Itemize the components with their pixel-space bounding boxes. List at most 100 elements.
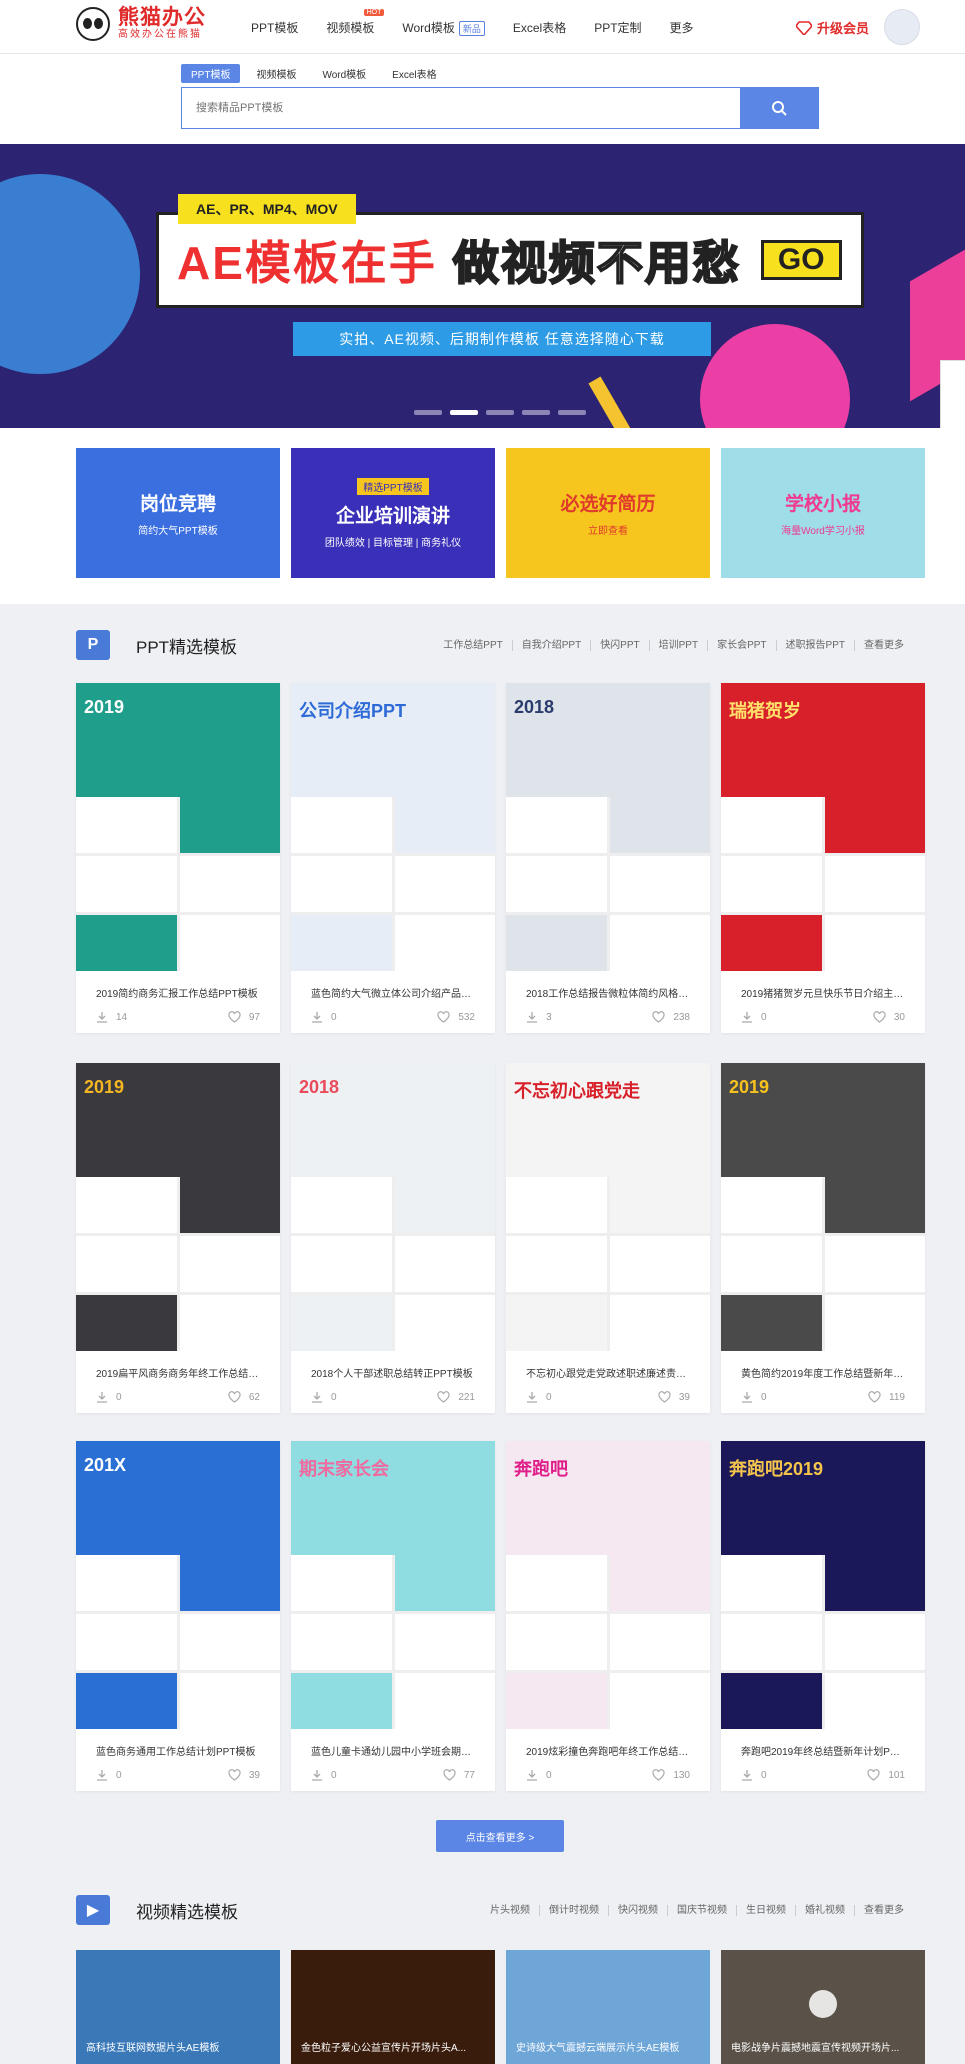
template-card[interactable]: 2019 黄色简约2019年度工作总结暨新年计... 0 119 xyxy=(721,1063,925,1413)
template-card[interactable]: 奔跑吧 2019炫彩撞色奔跑吧年终工作总结暨... 0 130 xyxy=(506,1441,710,1791)
play-icon[interactable] xyxy=(809,1990,837,2018)
carousel-dot[interactable] xyxy=(522,410,550,415)
template-card[interactable]: 2019 2019简约商务汇报工作总结PPT模板 14 97 xyxy=(76,683,280,1033)
category-tag-link[interactable]: 片头视频 xyxy=(481,1905,539,1916)
template-card[interactable]: 2019 2019扁平风商务商务年终工作总结暨... 0 62 xyxy=(76,1063,280,1413)
carousel-dot[interactable] xyxy=(558,410,586,415)
template-title[interactable]: 2019简约商务汇报工作总结PPT模板 xyxy=(76,985,280,1000)
template-thumbnail[interactable]: 奔跑吧 xyxy=(506,1441,710,1729)
template-thumbnail[interactable]: 2018 xyxy=(291,1063,495,1351)
nav-word[interactable]: Word模板 新品 xyxy=(402,19,485,36)
section-title: 视频精选模板 xyxy=(136,1902,238,1922)
category-tag-link[interactable]: 查看更多 xyxy=(854,1904,913,1916)
category-tag-link[interactable]: 倒计时视频 xyxy=(539,1904,608,1916)
template-card[interactable]: 201X 蓝色商务通用工作总结计划PPT模板 0 39 xyxy=(76,1441,280,1791)
carousel-dot[interactable] xyxy=(486,410,514,415)
template-card[interactable]: 瑞猪贺岁 2019猪猪贺岁元旦快乐节日介绍主题... 0 30 xyxy=(721,683,925,1033)
nav-more[interactable]: 更多 xyxy=(670,19,694,36)
nav-excel[interactable]: Excel表格 xyxy=(513,19,566,36)
category-tag-link[interactable]: 家长会PPT xyxy=(707,639,775,651)
slide-preview xyxy=(721,1236,822,1292)
template-title[interactable]: 2018工作总结报告微粒体简约风格PP... xyxy=(506,985,710,1000)
template-title[interactable]: 2018个人干部述职总结转正PPT模板 xyxy=(291,1365,495,1380)
template-title[interactable]: 2019猪猪贺岁元旦快乐节日介绍主题... xyxy=(721,985,925,1000)
template-title[interactable]: 2019炫彩撞色奔跑吧年终工作总结暨... xyxy=(506,1743,710,1758)
promo-card[interactable]: 必选好简历 立即查看 xyxy=(506,448,710,578)
category-tag-link[interactable]: 自我介绍PPT xyxy=(511,639,590,651)
category-tag-link[interactable]: 快闪视频 xyxy=(608,1904,667,1916)
template-card[interactable]: 2018 2018工作总结报告微粒体简约风格PP... 3 238 xyxy=(506,683,710,1033)
slide-preview xyxy=(609,1673,710,1729)
search-tab-ppt[interactable]: PPT模板 xyxy=(181,64,241,83)
video-card[interactable]: 电影战争片震撼地震宣传视频开场片... xyxy=(721,1950,925,2064)
like-count[interactable]: 77 xyxy=(443,1769,475,1781)
banner-go-button[interactable]: GO xyxy=(760,240,842,280)
nav-ppt-custom[interactable]: PPT定制 xyxy=(594,19,641,36)
template-title[interactable]: 蓝色儿童卡通幼儿园中小学班会期末... xyxy=(291,1743,495,1758)
template-thumbnail[interactable]: 不忘初心跟党走 xyxy=(506,1063,710,1351)
carousel-dot[interactable] xyxy=(414,410,442,415)
carousel-dot-active[interactable] xyxy=(450,410,478,415)
template-card[interactable]: 不忘初心跟党走 不忘初心跟党走党政述职述廉述责工... 0 39 xyxy=(506,1063,710,1413)
nav-ppt[interactable]: PPT模板 xyxy=(251,19,298,36)
template-title[interactable]: 奔跑吧2019年终总结暨新年计划PPT... xyxy=(721,1743,925,1758)
like-count[interactable]: 39 xyxy=(228,1769,260,1781)
template-thumbnail[interactable]: 2018 xyxy=(506,683,710,971)
template-thumbnail[interactable]: 2019 xyxy=(76,1063,280,1351)
banner-title-red: AE模板在手 xyxy=(177,237,437,289)
like-count[interactable]: 30 xyxy=(873,1011,905,1023)
template-title[interactable]: 不忘初心跟党走党政述职述廉述责工... xyxy=(506,1365,710,1380)
promo-card[interactable]: 学校小报 海量Word学习小报 xyxy=(721,448,925,578)
template-thumbnail[interactable]: 期末家长会 xyxy=(291,1441,495,1729)
like-count[interactable]: 238 xyxy=(652,1011,690,1023)
template-thumbnail[interactable]: 奔跑吧2019 xyxy=(721,1441,925,1729)
user-avatar[interactable] xyxy=(884,9,920,45)
video-card[interactable]: 高科技互联网数据片头AE模板 xyxy=(76,1950,280,2064)
site-logo[interactable]: 熊猫办公 高效办公在熊猫 xyxy=(76,7,206,41)
template-thumbnail[interactable]: 2019 xyxy=(721,1063,925,1351)
category-tag-link[interactable]: 述职报告PPT xyxy=(775,639,854,651)
template-thumbnail[interactable]: 公司介绍PPT xyxy=(291,683,495,971)
template-card[interactable]: 公司介绍PPT 蓝色简约大气微立体公司介绍产品介... 0 532 xyxy=(291,683,495,1033)
like-count[interactable]: 101 xyxy=(867,1769,905,1781)
slide-preview xyxy=(291,1295,392,1351)
load-more-button[interactable]: 点击查看更多 > xyxy=(436,1820,564,1852)
promo-card[interactable]: 精选PPT模板 企业培训演讲 团队绩效 | 目标管理 | 商务礼仪 xyxy=(291,448,495,578)
like-count[interactable]: 97 xyxy=(228,1011,260,1023)
search-input[interactable] xyxy=(182,88,740,128)
like-count[interactable]: 130 xyxy=(652,1769,690,1781)
category-tag-link[interactable]: 快闪PPT xyxy=(590,639,648,651)
search-button[interactable] xyxy=(740,88,818,128)
nav-video[interactable]: 视频模板 HOT xyxy=(326,8,385,36)
template-thumbnail[interactable]: 瑞猪贺岁 xyxy=(721,683,925,971)
search-tab-excel[interactable]: Excel表格 xyxy=(382,64,446,83)
video-card[interactable]: 史诗级大气震撼云端展示片头AE模板 xyxy=(506,1950,710,2064)
template-thumbnail[interactable]: 201X xyxy=(76,1441,280,1729)
template-card[interactable]: 2018 2018个人干部述职总结转正PPT模板 0 221 xyxy=(291,1063,495,1413)
template-card[interactable]: 奔跑吧2019 奔跑吧2019年终总结暨新年计划PPT... 0 101 xyxy=(721,1441,925,1791)
search-tab-video[interactable]: 视频模板 xyxy=(246,64,306,83)
category-tag-link[interactable]: 婚礼视频 xyxy=(795,1904,854,1916)
video-caption: 史诗级大气震撼云端展示片头AE模板 xyxy=(516,2043,680,2054)
category-tag-link[interactable]: 查看更多 xyxy=(854,639,913,651)
template-title[interactable]: 蓝色简约大气微立体公司介绍产品介... xyxy=(291,985,495,1000)
category-tag-link[interactable]: 培训PPT xyxy=(648,639,707,651)
category-tag-link[interactable]: 国庆节视频 xyxy=(667,1904,736,1916)
like-count[interactable]: 532 xyxy=(437,1011,475,1023)
video-card[interactable]: 金色粒子爱心公益宣传片开场片头A... xyxy=(291,1950,495,2064)
category-tag-link[interactable]: 生日视频 xyxy=(736,1904,795,1916)
category-tag-link[interactable]: 工作总结PPT xyxy=(434,640,511,651)
like-count[interactable]: 119 xyxy=(868,1391,905,1403)
download-count: 0 xyxy=(96,1769,122,1781)
like-count[interactable]: 221 xyxy=(437,1391,475,1403)
upgrade-vip-button[interactable]: 升级会员 xyxy=(796,18,869,37)
template-thumbnail[interactable]: 2019 xyxy=(76,683,280,971)
like-count[interactable]: 62 xyxy=(228,1391,260,1403)
template-title[interactable]: 黄色简约2019年度工作总结暨新年计... xyxy=(721,1365,925,1380)
template-card[interactable]: 期末家长会 蓝色儿童卡通幼儿园中小学班会期末... 0 77 xyxy=(291,1441,495,1791)
promo-card[interactable]: 岗位竞聘 简约大气PPT模板 xyxy=(76,448,280,578)
search-tab-word[interactable]: Word模板 xyxy=(312,64,376,83)
like-count[interactable]: 39 xyxy=(658,1391,690,1403)
template-title[interactable]: 蓝色商务通用工作总结计划PPT模板 xyxy=(76,1743,280,1758)
template-title[interactable]: 2019扁平风商务商务年终工作总结暨... xyxy=(76,1365,280,1380)
